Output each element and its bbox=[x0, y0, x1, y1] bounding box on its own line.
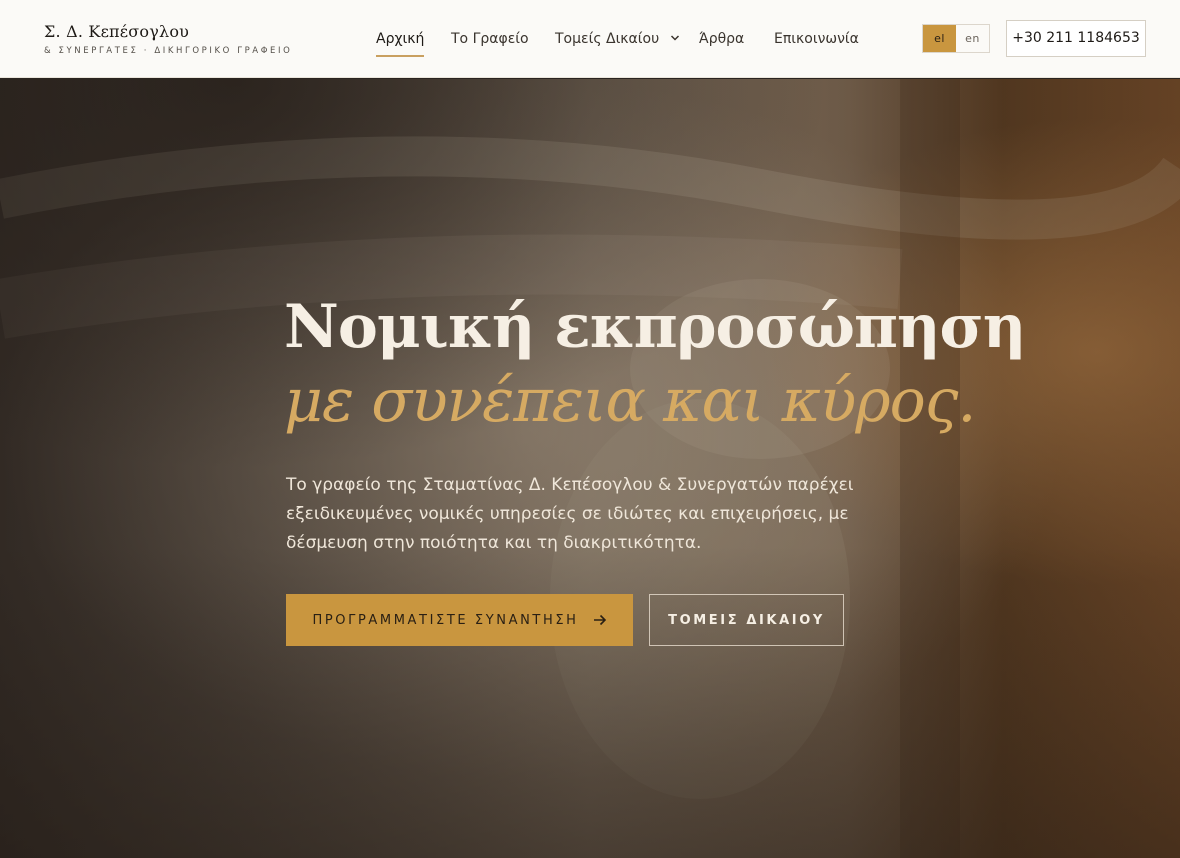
hero-headline: Νομική εκπροσώπηση bbox=[284, 292, 1026, 362]
chevron-down-icon bbox=[670, 35, 679, 41]
nav-item-home[interactable]: Αρχική bbox=[376, 30, 425, 57]
nav-item-office[interactable]: Το Γραφείο bbox=[451, 30, 529, 48]
hero-lead-text: Το γραφείο της Σταματίνας Δ. Κεπέσογλου … bbox=[286, 475, 854, 553]
schedule-meeting-button[interactable]: ΠΡΟΓΡΑΜΜΑΤΙΣΤΕ ΣΥΝΑΝΤΗΣΗ bbox=[286, 594, 633, 646]
active-nav-underline bbox=[376, 55, 425, 57]
nav-item-label: Επικοινωνία bbox=[774, 31, 859, 47]
logo[interactable]: Σ. Δ. Κεπέσογλου & ΣΥΝΕΡΓΑΤΕΣ · ΔΙΚΗΓΟΡΙ… bbox=[44, 22, 292, 56]
phone-button[interactable]: +30 211 1184653 bbox=[1006, 20, 1146, 57]
practice-areas-button[interactable]: ΤΟΜΕΙΣ ΔΙΚΑΙΟΥ bbox=[649, 594, 844, 646]
nav-item-label: Αρχική bbox=[376, 31, 425, 47]
language-switcher: el en bbox=[922, 24, 990, 53]
practice-areas-label: ΤΟΜΕΙΣ ΔΙΚΑΙΟΥ bbox=[668, 612, 825, 628]
hero-section: Νομική εκπροσώπηση με συνέπεια και κύρος… bbox=[0, 79, 1180, 858]
nav-item-label: Τομείς Δικαίου bbox=[555, 31, 660, 47]
schedule-meeting-label: ΠΡΟΓΡΑΜΜΑΤΙΣΤΕ ΣΥΝΑΝΤΗΣΗ bbox=[312, 612, 579, 628]
nav-item-contact[interactable]: Επικοινωνία bbox=[774, 30, 859, 48]
hero-headline-italic: με συνέπεια και κύρος. bbox=[284, 366, 976, 436]
nav-item-label: Άρθρα bbox=[699, 31, 745, 47]
logo-title: Σ. Δ. Κεπέσογλου bbox=[44, 22, 190, 41]
site-header: Σ. Δ. Κεπέσογλου & ΣΥΝΕΡΓΑΤΕΣ · ΔΙΚΗΓΟΡΙ… bbox=[0, 0, 1180, 78]
logo-subtitle: & ΣΥΝΕΡΓΑΤΕΣ · ΔΙΚΗΓΟΡΙΚΟ ΓΡΑΦΕΙΟ bbox=[44, 46, 293, 56]
language-en-button[interactable]: en bbox=[956, 25, 989, 52]
nav-item-label: Το Γραφείο bbox=[451, 31, 529, 47]
nav-item-articles[interactable]: Άρθρα bbox=[699, 30, 744, 48]
arrow-right-icon bbox=[593, 614, 606, 626]
language-el-button[interactable]: el bbox=[923, 25, 956, 52]
hero-overlay bbox=[0, 79, 1180, 858]
nav-item-practice-areas[interactable]: Τομείς Δικαίου bbox=[555, 30, 680, 48]
